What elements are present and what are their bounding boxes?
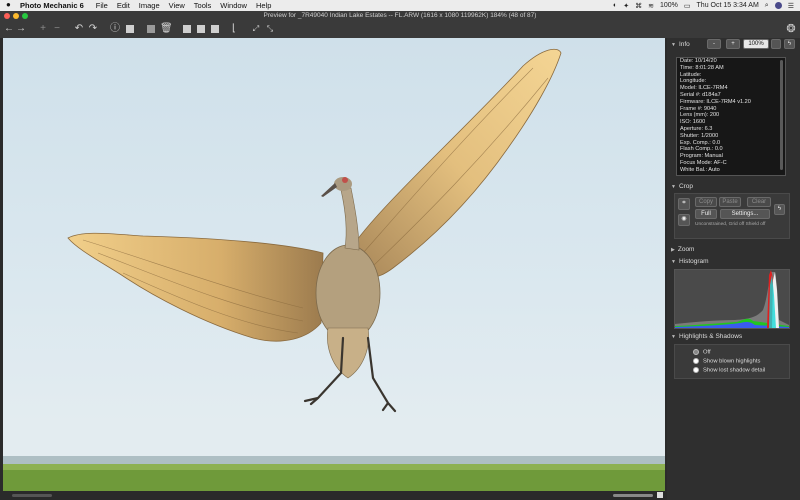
lightning-icon[interactable]: ϟ — [784, 39, 795, 49]
radio-show-lost-shadow[interactable]: Show lost shadow detail — [693, 367, 765, 374]
info-line: Serial #: d184a7 — [680, 91, 721, 98]
avatar[interactable] — [774, 2, 782, 9]
battery-icon[interactable]: ▭ — [684, 2, 691, 10]
info-line: Firmware: ILCE-7RM4 v1.20 — [680, 98, 751, 105]
eye-icon[interactable]: ◉ — [678, 214, 690, 226]
trash-icon[interactable]: 🗑 — [160, 23, 173, 35]
left-wing — [67, 232, 324, 342]
app-logo-icon: ❂ — [786, 23, 796, 35]
clock[interactable]: Thu Oct 15 3:34 AM — [697, 2, 759, 9]
crop-clear-button[interactable]: Clear — [747, 197, 771, 207]
status-icon-a[interactable]: ◐ — [613, 2, 617, 9]
info-line: Program: Manual — [680, 153, 723, 160]
filmstrip-indicator[interactable] — [12, 494, 52, 497]
menu-bar: ● Photo Mechanic 6 File Edit Image View … — [0, 0, 800, 11]
zoom-out-button[interactable]: - — [707, 39, 721, 49]
menu-help[interactable]: Help — [256, 1, 271, 10]
radio-off[interactable]: Off — [693, 349, 711, 356]
menu-window[interactable]: Window — [220, 1, 247, 10]
app-menu[interactable]: Photo Mechanic 6 — [20, 1, 84, 10]
zoom-select[interactable]: 100% — [743, 39, 769, 49]
bird-photo — [3, 48, 665, 491]
info-line: Model: ILCE-7RM4 — [680, 85, 728, 92]
side-panel: ▼ Info - + 100% ϟ Date: 10/14/20 Time: 8:0… — [667, 38, 800, 500]
control-center-icon[interactable]: ☰ — [788, 2, 794, 10]
zoom-section-header[interactable]: ▶ Zoom — [671, 246, 694, 253]
zoom-menu-button[interactable] — [771, 39, 781, 49]
copy-icon[interactable] — [147, 25, 155, 33]
info-line: Longitude: — [680, 78, 707, 85]
info-line: White Bal.: Auto — [680, 166, 720, 173]
window-titlebar: Preview for _7R49040 Indian Lake Estates… — [0, 11, 800, 21]
menu-view[interactable]: View — [169, 1, 185, 10]
info-line: Time: 8:01:28 AM — [680, 64, 724, 71]
wifi-icon[interactable]: ≋ — [648, 2, 654, 10]
radio-off-dot[interactable] — [693, 349, 699, 355]
info-line: Frame #: 9040 — [680, 105, 717, 112]
crop-lightning-icon[interactable]: ϟ — [774, 204, 785, 215]
crop-section-header[interactable]: ▼ Crop — [671, 183, 693, 190]
rotate-left-icon[interactable]: ↶ — [74, 23, 84, 35]
crop-settings-button[interactable]: Settings... — [720, 209, 770, 219]
menu-edit[interactable]: Edit — [117, 1, 130, 10]
preview-icon[interactable] — [126, 25, 134, 33]
previous-arrow-icon[interactable]: ← — [4, 23, 14, 35]
layout-stack-icon[interactable] — [211, 25, 219, 33]
status-icon-b[interactable]: ✦ — [623, 2, 629, 10]
info-line: Exp. Comp.: 0.0 — [680, 139, 721, 146]
info-line: Focus Mode: AF-C — [680, 159, 727, 166]
crop-paste-button[interactable]: Paste — [719, 197, 741, 207]
menu-tools[interactable]: Tools — [194, 1, 212, 10]
crop-full-button[interactable]: Full — [695, 209, 717, 219]
crop-status-note: Unconstrained, Grid off Shield off — [695, 222, 766, 227]
histogram-graph — [674, 269, 790, 329]
bird-body — [315, 244, 381, 342]
layout-double-icon[interactable] — [197, 25, 205, 33]
radio-shadow-dot[interactable] — [693, 367, 699, 373]
crop-copy-button[interactable]: Copy — [695, 197, 717, 207]
info-line: Flash Comp.: 0.0 — [680, 146, 723, 153]
corner-toggle[interactable] — [657, 492, 663, 498]
radio-blown-dot[interactable] — [693, 358, 699, 364]
right-wing — [347, 48, 562, 279]
layout-single-icon[interactable] — [183, 25, 191, 33]
bird-beak — [321, 183, 337, 197]
status-icon-c[interactable]: ⌘ — [635, 2, 642, 10]
info-icon[interactable]: ⓘ — [110, 23, 120, 35]
preview-bottom-bar — [0, 491, 665, 500]
info-section-header[interactable]: ▼ Info — [671, 41, 690, 48]
info-line: Shutter: 1/2000 — [680, 132, 719, 139]
remove-icon[interactable]: − — [52, 23, 62, 35]
menu-file[interactable]: File — [96, 1, 108, 10]
info-line: Latitude: — [680, 71, 702, 78]
add-icon[interactable]: + — [38, 23, 48, 35]
radio-show-blown-highlights[interactable]: Show blown highlights — [693, 358, 760, 365]
info-line: Lens (mm): 200 — [680, 112, 720, 119]
apple-icon[interactable]: ● — [6, 0, 11, 9]
horizontal-scrollbar[interactable] — [613, 494, 653, 497]
next-arrow-icon[interactable]: → — [16, 23, 26, 35]
bird-neck — [340, 187, 360, 251]
shrink-icon[interactable]: ⤡ — [265, 23, 275, 35]
crop-icon[interactable]: ⌗ — [678, 198, 690, 210]
info-line: Aperture: 6.3 — [680, 125, 713, 132]
battery-percent[interactable]: 100% — [660, 2, 678, 9]
fit-icon[interactable]: ⤢ — [251, 23, 261, 35]
histogram-section-header[interactable]: ▼ Histogram — [671, 258, 709, 265]
toolbar: ← → + − ↶ ↷ ⓘ 🗑 ⌊ ⤢ ⤡ ❂ — [0, 21, 800, 38]
menu-image[interactable]: Image — [139, 1, 160, 10]
crop-corner-icon[interactable]: ⌊ — [229, 23, 239, 35]
window-title: Preview for _7R49040 Indian Lake Estates… — [263, 12, 537, 19]
info-scrollbar[interactable] — [780, 60, 783, 170]
search-icon[interactable]: ⌕ — [765, 2, 769, 10]
info-line: ISO: 1600 — [680, 119, 706, 126]
info-readout: Date: 10/14/20 Time: 8:01:28 AM Latitude: L… — [676, 57, 786, 176]
image-preview[interactable] — [3, 38, 665, 491]
zoom-in-button[interactable]: + — [726, 39, 740, 49]
info-line: Date: 10/14/20 — [680, 58, 717, 64]
rotate-right-icon[interactable]: ↷ — [88, 23, 98, 35]
highlights-section-header[interactable]: ▼ Highlights & Shadows — [671, 333, 742, 340]
